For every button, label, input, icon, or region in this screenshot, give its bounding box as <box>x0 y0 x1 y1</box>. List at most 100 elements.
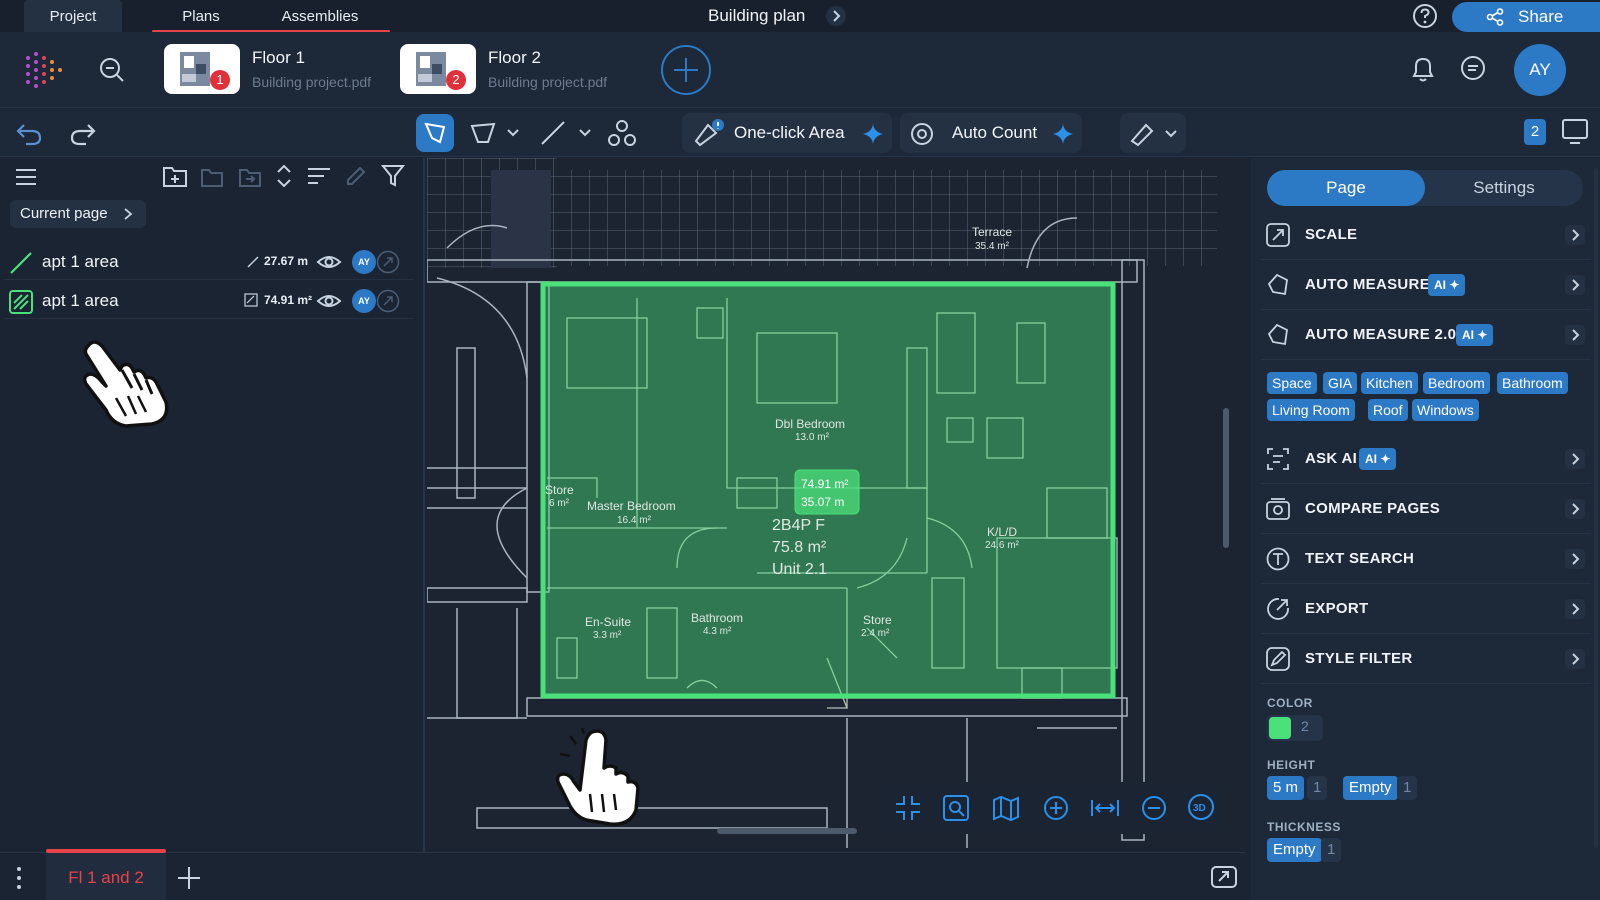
menu-export[interactable]: EXPORT <box>1261 584 1591 634</box>
open-link-icon[interactable] <box>376 250 400 274</box>
tab-plans[interactable]: Plans <box>152 0 250 32</box>
horizontal-scrollbar[interactable] <box>717 828 857 834</box>
document-title[interactable]: Building plan <box>676 0 916 32</box>
sheet-tab[interactable]: Fl 1 and 2 <box>46 853 166 900</box>
floor-card-1[interactable]: 1 Floor 1 Building project.pdf <box>160 42 396 98</box>
ruler-icon <box>1130 123 1177 147</box>
tab-project[interactable]: Project <box>24 0 122 32</box>
auto-measure-tag[interactable]: Bedroom <box>1423 372 1490 394</box>
layer-row[interactable]: apt 1 area 27.67 m AY <box>4 244 414 280</box>
room-label: Bathroom <box>691 611 743 625</box>
plan-canvas[interactable]: Terrace 35.4 m² Dbl Bedroom 13.0 m² Mast… <box>427 158 1245 848</box>
color-chip[interactable]: 2 <box>1267 715 1323 741</box>
room-label: Terrace <box>972 225 1012 239</box>
export-icon <box>1267 598 1289 620</box>
tab-settings[interactable]: Settings <box>1425 170 1583 206</box>
area-tool-icon[interactable] <box>416 114 454 152</box>
ai-badge-text: AI <box>1462 328 1474 342</box>
notifications-bell-icon[interactable] <box>1408 54 1438 84</box>
room-area: 16.4 m² <box>617 515 652 526</box>
auto-measure-tag[interactable]: Space <box>1267 372 1317 394</box>
one-click-area-button[interactable]: One-click Area <box>682 113 892 153</box>
auto-count-icon <box>911 123 933 145</box>
zoom-out-search-icon[interactable] <box>98 56 126 84</box>
map-icon[interactable] <box>992 794 1020 822</box>
help-icon[interactable] <box>1412 3 1438 29</box>
panel-scrollbar[interactable] <box>1594 168 1598 848</box>
open-link-icon[interactable] <box>376 289 400 313</box>
undo-icon[interactable] <box>14 119 44 147</box>
export-view-icon[interactable] <box>1210 863 1238 891</box>
floor-plan-drawing: Terrace 35.4 m² Dbl Bedroom 13.0 m² Mast… <box>427 158 1245 848</box>
polygon-tool-icon[interactable] <box>466 118 526 148</box>
vertical-scrollbar[interactable] <box>1223 408 1229 548</box>
zoom-to-area-icon[interactable] <box>942 794 970 822</box>
ai-badge: AI ✦ <box>1359 448 1397 470</box>
add-sheet-icon[interactable] <box>176 865 202 891</box>
zoom-in-icon[interactable] <box>1042 794 1070 822</box>
redo-icon[interactable] <box>68 119 98 147</box>
app-logo-icon[interactable] <box>24 50 64 90</box>
chevron-right-icon[interactable] <box>826 6 846 26</box>
current-page-label: Current page <box>20 205 108 222</box>
auto-measure-tag[interactable]: Kitchen <box>1361 372 1418 394</box>
sparkle-icon <box>1053 124 1073 144</box>
menu-text-search[interactable]: TEXT SEARCH <box>1261 534 1591 584</box>
height-chip[interactable]: 5 m <box>1267 776 1305 800</box>
floor-file: Building project.pdf <box>252 74 372 90</box>
layer-row[interactable]: apt 1 area 74.91 m² AY <box>4 283 414 319</box>
expand-collapse-icon[interactable] <box>274 162 294 190</box>
fit-screen-icon[interactable] <box>894 794 922 822</box>
unit-code: 2B4P F <box>772 517 825 534</box>
measure-length-value: 35.07 m <box>801 495 844 509</box>
menu-compare-pages[interactable]: COMPARE PAGES <box>1261 484 1591 534</box>
menu-style-filter[interactable]: STYLE FILTER <box>1261 634 1591 684</box>
tab-page[interactable]: Page <box>1267 170 1425 206</box>
text-search-icon <box>1266 547 1290 571</box>
move-folder-icon <box>239 169 261 187</box>
visibility-eye-icon[interactable] <box>316 252 342 272</box>
view-3d-icon[interactable]: 3D <box>1186 792 1216 822</box>
one-click-area-label: One-click Area <box>734 123 845 142</box>
zoom-out-icon[interactable] <box>1140 794 1168 822</box>
thickness-chip[interactable]: Empty <box>1267 838 1322 862</box>
auto-measure-tag[interactable]: Living Room <box>1267 399 1355 421</box>
user-avatar[interactable]: AY <box>1514 44 1566 96</box>
zoom-controls: 3D <box>882 782 1222 834</box>
auto-measure-tag[interactable]: Windows <box>1412 399 1479 421</box>
floor-card-2[interactable]: 2 Floor 2 Building project.pdf <box>396 42 632 98</box>
tab-assemblies[interactable]: Assemblies <box>250 0 390 32</box>
add-floor-icon[interactable] <box>660 44 712 96</box>
chevron-right-icon <box>1565 649 1585 669</box>
fit-width-icon[interactable] <box>1090 794 1120 822</box>
count-tool-icon[interactable] <box>606 118 638 148</box>
current-page-selector[interactable]: Current page <box>10 200 146 228</box>
filter-icon[interactable] <box>380 162 406 188</box>
ruler-tool-button[interactable] <box>1120 113 1186 153</box>
menu-ask-ai[interactable]: ASK AI AI ✦ <box>1261 434 1591 484</box>
auto-measure-tag[interactable]: Roof <box>1368 399 1408 421</box>
menu-auto-measure-2[interactable]: AUTO MEASURE 2.0 AI ✦ <box>1261 310 1591 360</box>
visibility-eye-icon[interactable] <box>316 291 342 311</box>
room-area: 13.0 m² <box>795 432 830 443</box>
menu-icon[interactable] <box>14 166 38 188</box>
menu-auto-measure[interactable]: AUTO MEASURE AI ✦ <box>1261 260 1591 310</box>
comments-icon[interactable] <box>1458 54 1488 84</box>
more-options-icon[interactable] <box>14 865 24 891</box>
ai-badge-text: AI <box>1365 452 1377 466</box>
auto-measure-tag[interactable]: GIA <box>1323 372 1358 394</box>
menu-scale[interactable]: SCALE <box>1261 210 1591 260</box>
sort-icon[interactable] <box>306 164 332 188</box>
monitor-icon[interactable] <box>1560 117 1590 147</box>
auto-count-button[interactable]: Auto Count <box>900 113 1082 153</box>
view-3d-label: 3D <box>1193 803 1206 814</box>
page-settings-switch: Page Settings <box>1267 170 1583 206</box>
new-folder-icon[interactable] <box>162 164 188 188</box>
menu-export-label: EXPORT <box>1305 600 1369 617</box>
chevron-right-icon <box>1565 499 1585 519</box>
height-chip[interactable]: Empty <box>1343 776 1398 800</box>
floor-name: Floor 1 <box>252 48 305 67</box>
share-button[interactable]: Share <box>1452 2 1600 32</box>
auto-measure-tag[interactable]: Bathroom <box>1497 372 1568 394</box>
line-tool-icon[interactable] <box>538 118 598 148</box>
